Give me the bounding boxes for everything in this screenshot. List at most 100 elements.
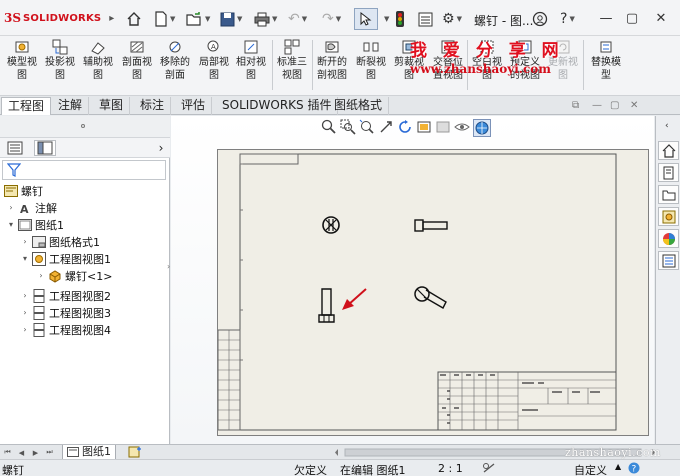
last-sheet-icon[interactable]: ⏭ [44,447,55,458]
section-view-dim-icon[interactable] [435,119,451,135]
tree-item-drawing-view1[interactable]: ▾ 工程图视图1 [20,250,111,267]
heads-up-toolbar [321,119,491,137]
status-rebuild-icon[interactable] [482,462,496,476]
rotate-view-icon[interactable] [397,119,413,135]
zoom-area-icon[interactable] [340,119,356,135]
break-view-button[interactable]: 断裂视图 [353,39,389,82]
menu-caret-icon[interactable]: ▸ [109,13,114,24]
task-pane-collapse-icon[interactable]: ‹ [665,121,669,131]
window-title: 螺钉 - 图... [474,14,534,28]
tab-evaluate[interactable]: 评估 [175,97,213,115]
new-document-icon[interactable]: ▼ [154,10,175,28]
projected-view-button[interactable]: 投影视图 [42,39,78,82]
display-style-icon[interactable] [416,119,432,135]
previous-view-icon[interactable] [359,119,375,135]
model-view-button[interactable]: 模型视图 [4,39,40,82]
options-gear-icon[interactable]: ⚙ ▼ [442,10,462,28]
open-folder-icon[interactable]: ▼ [186,10,210,28]
print-icon[interactable]: ▼ [254,10,277,28]
tab-addins[interactable]: SOLIDWORKS 插件 [216,97,339,115]
zoom-to-fit-icon[interactable] [321,119,337,135]
file-properties-icon[interactable] [418,10,433,28]
standard-3-view-button[interactable]: 标准三视图 [274,39,310,82]
tab-drawing[interactable]: 工程图 [1,97,52,115]
panel-grip-icon[interactable] [81,124,85,128]
tab-markup[interactable]: 标注 [134,97,172,115]
help-search-icon[interactable] [532,10,548,28]
sw-resources-icon[interactable] [658,141,679,160]
expand-arrow-icon[interactable]: › [20,308,30,317]
home-icon[interactable] [126,10,142,28]
tree-filter-box[interactable] [2,160,166,180]
tree-item-sheet-format1[interactable]: › 图纸格式1 [20,233,100,250]
expand-arrow-icon[interactable]: › [36,271,46,280]
expand-arrow-icon[interactable]: › [20,237,30,246]
property-tab-icon[interactable] [34,140,56,156]
tree-item-part-screw[interactable]: › 螺钉<1> [36,267,112,284]
custom-properties-icon[interactable] [658,251,679,270]
close-button[interactable]: ✕ [651,9,671,27]
open-caret-icon[interactable]: ▼ [205,15,210,23]
status-scale[interactable]: 2 : 1 [438,462,463,475]
zoom-in-out-icon[interactable] [378,119,394,135]
view-palette-icon[interactable] [658,207,679,226]
next-sheet-icon[interactable]: ▶ [30,447,41,458]
status-help-icon[interactable]: ? [628,462,640,476]
relative-view-button[interactable]: 相对视图 [233,39,269,82]
collapse-arrow-icon[interactable]: ▾ [6,220,16,229]
save-icon[interactable]: ▼ [220,10,242,28]
print-caret-icon[interactable]: ▼ [272,15,277,23]
solidworks-logo[interactable]: 3S SOLIDWORKS ▸ [4,10,114,26]
design-library-icon[interactable] [658,163,679,182]
expand-arrow-icon[interactable]: › [20,325,30,334]
new-caret-icon[interactable]: ▼ [170,15,175,23]
save-caret-icon[interactable]: ▼ [237,15,242,23]
feature-tree-tab-icon[interactable] [4,140,26,156]
traffic-light-icon[interactable] [396,10,404,28]
tree-root[interactable]: 螺钉 [2,182,43,199]
drawing-sheet[interactable] [217,149,649,436]
doc-minimize-icon[interactable]: — [592,100,602,111]
detail-view-button[interactable]: A 局部视图 [196,39,232,82]
undo-icon[interactable]: ↶ ▼ [288,10,307,28]
appearance-globe-icon[interactable] [473,119,491,137]
section-view-button[interactable]: 剖面视图 [119,39,155,82]
panel-expand-arrow-icon[interactable]: › [150,140,172,156]
tree-item-annotations[interactable]: › A 注解 [6,199,57,216]
doc-maximize-icon[interactable]: ▢ [610,100,619,111]
tree-item-sheet1[interactable]: ▾ 图纸1 [6,216,64,233]
expand-arrow-icon[interactable]: › [6,203,16,212]
splitter-handle-icon[interactable]: › [167,262,170,271]
maximize-button[interactable]: ▢ [622,9,642,27]
status-units[interactable]: 自定义 [574,462,607,476]
tab-annotation[interactable]: 注解 [52,97,90,115]
drawing-canvas[interactable] [171,116,654,444]
tab-sheet-format[interactable]: 图纸格式 [328,97,390,115]
help-question-icon[interactable]: ? ▼ [560,10,575,28]
standard-3-view-icon [284,39,300,55]
first-sheet-icon[interactable]: ⏮ [2,447,13,458]
tree-item-drawing-view4[interactable]: › 工程图视图4 [20,321,111,338]
removed-section-button[interactable]: 移除的剖面 [157,39,193,82]
tree-item-drawing-view3[interactable]: › 工程图视图3 [20,304,111,321]
doc-restore-icon[interactable]: ⧉ [572,100,579,111]
prev-sheet-icon[interactable]: ◀ [16,447,27,458]
auxiliary-view-button[interactable]: 辅助视图 [80,39,116,82]
select-caret-icon[interactable]: ▼ [382,10,389,28]
collapse-arrow-icon[interactable]: ▾ [20,254,30,263]
broken-out-section-button[interactable]: 断开的剖视图 [314,39,350,82]
file-explorer-icon[interactable] [658,185,679,204]
expand-arrow-icon[interactable]: › [20,291,30,300]
doc-close-icon[interactable]: ✕ [630,100,638,111]
sheet-tab-sheet1[interactable]: 图纸1 [62,445,116,460]
units-caret-icon[interactable]: ▲ [615,462,621,471]
auxiliary-view-icon [91,42,105,55]
appearances-icon[interactable] [658,229,679,248]
minimize-button[interactable]: — [596,9,616,27]
tree-item-drawing-view2[interactable]: › 工程图视图2 [20,287,111,304]
hide-show-icon[interactable] [454,119,470,135]
replace-model-button[interactable]: 替换模型 [588,39,624,82]
select-tool-button[interactable] [354,8,378,30]
redo-icon[interactable]: ↷ ▼ [322,10,341,28]
tab-sketch[interactable]: 草图 [93,97,131,115]
